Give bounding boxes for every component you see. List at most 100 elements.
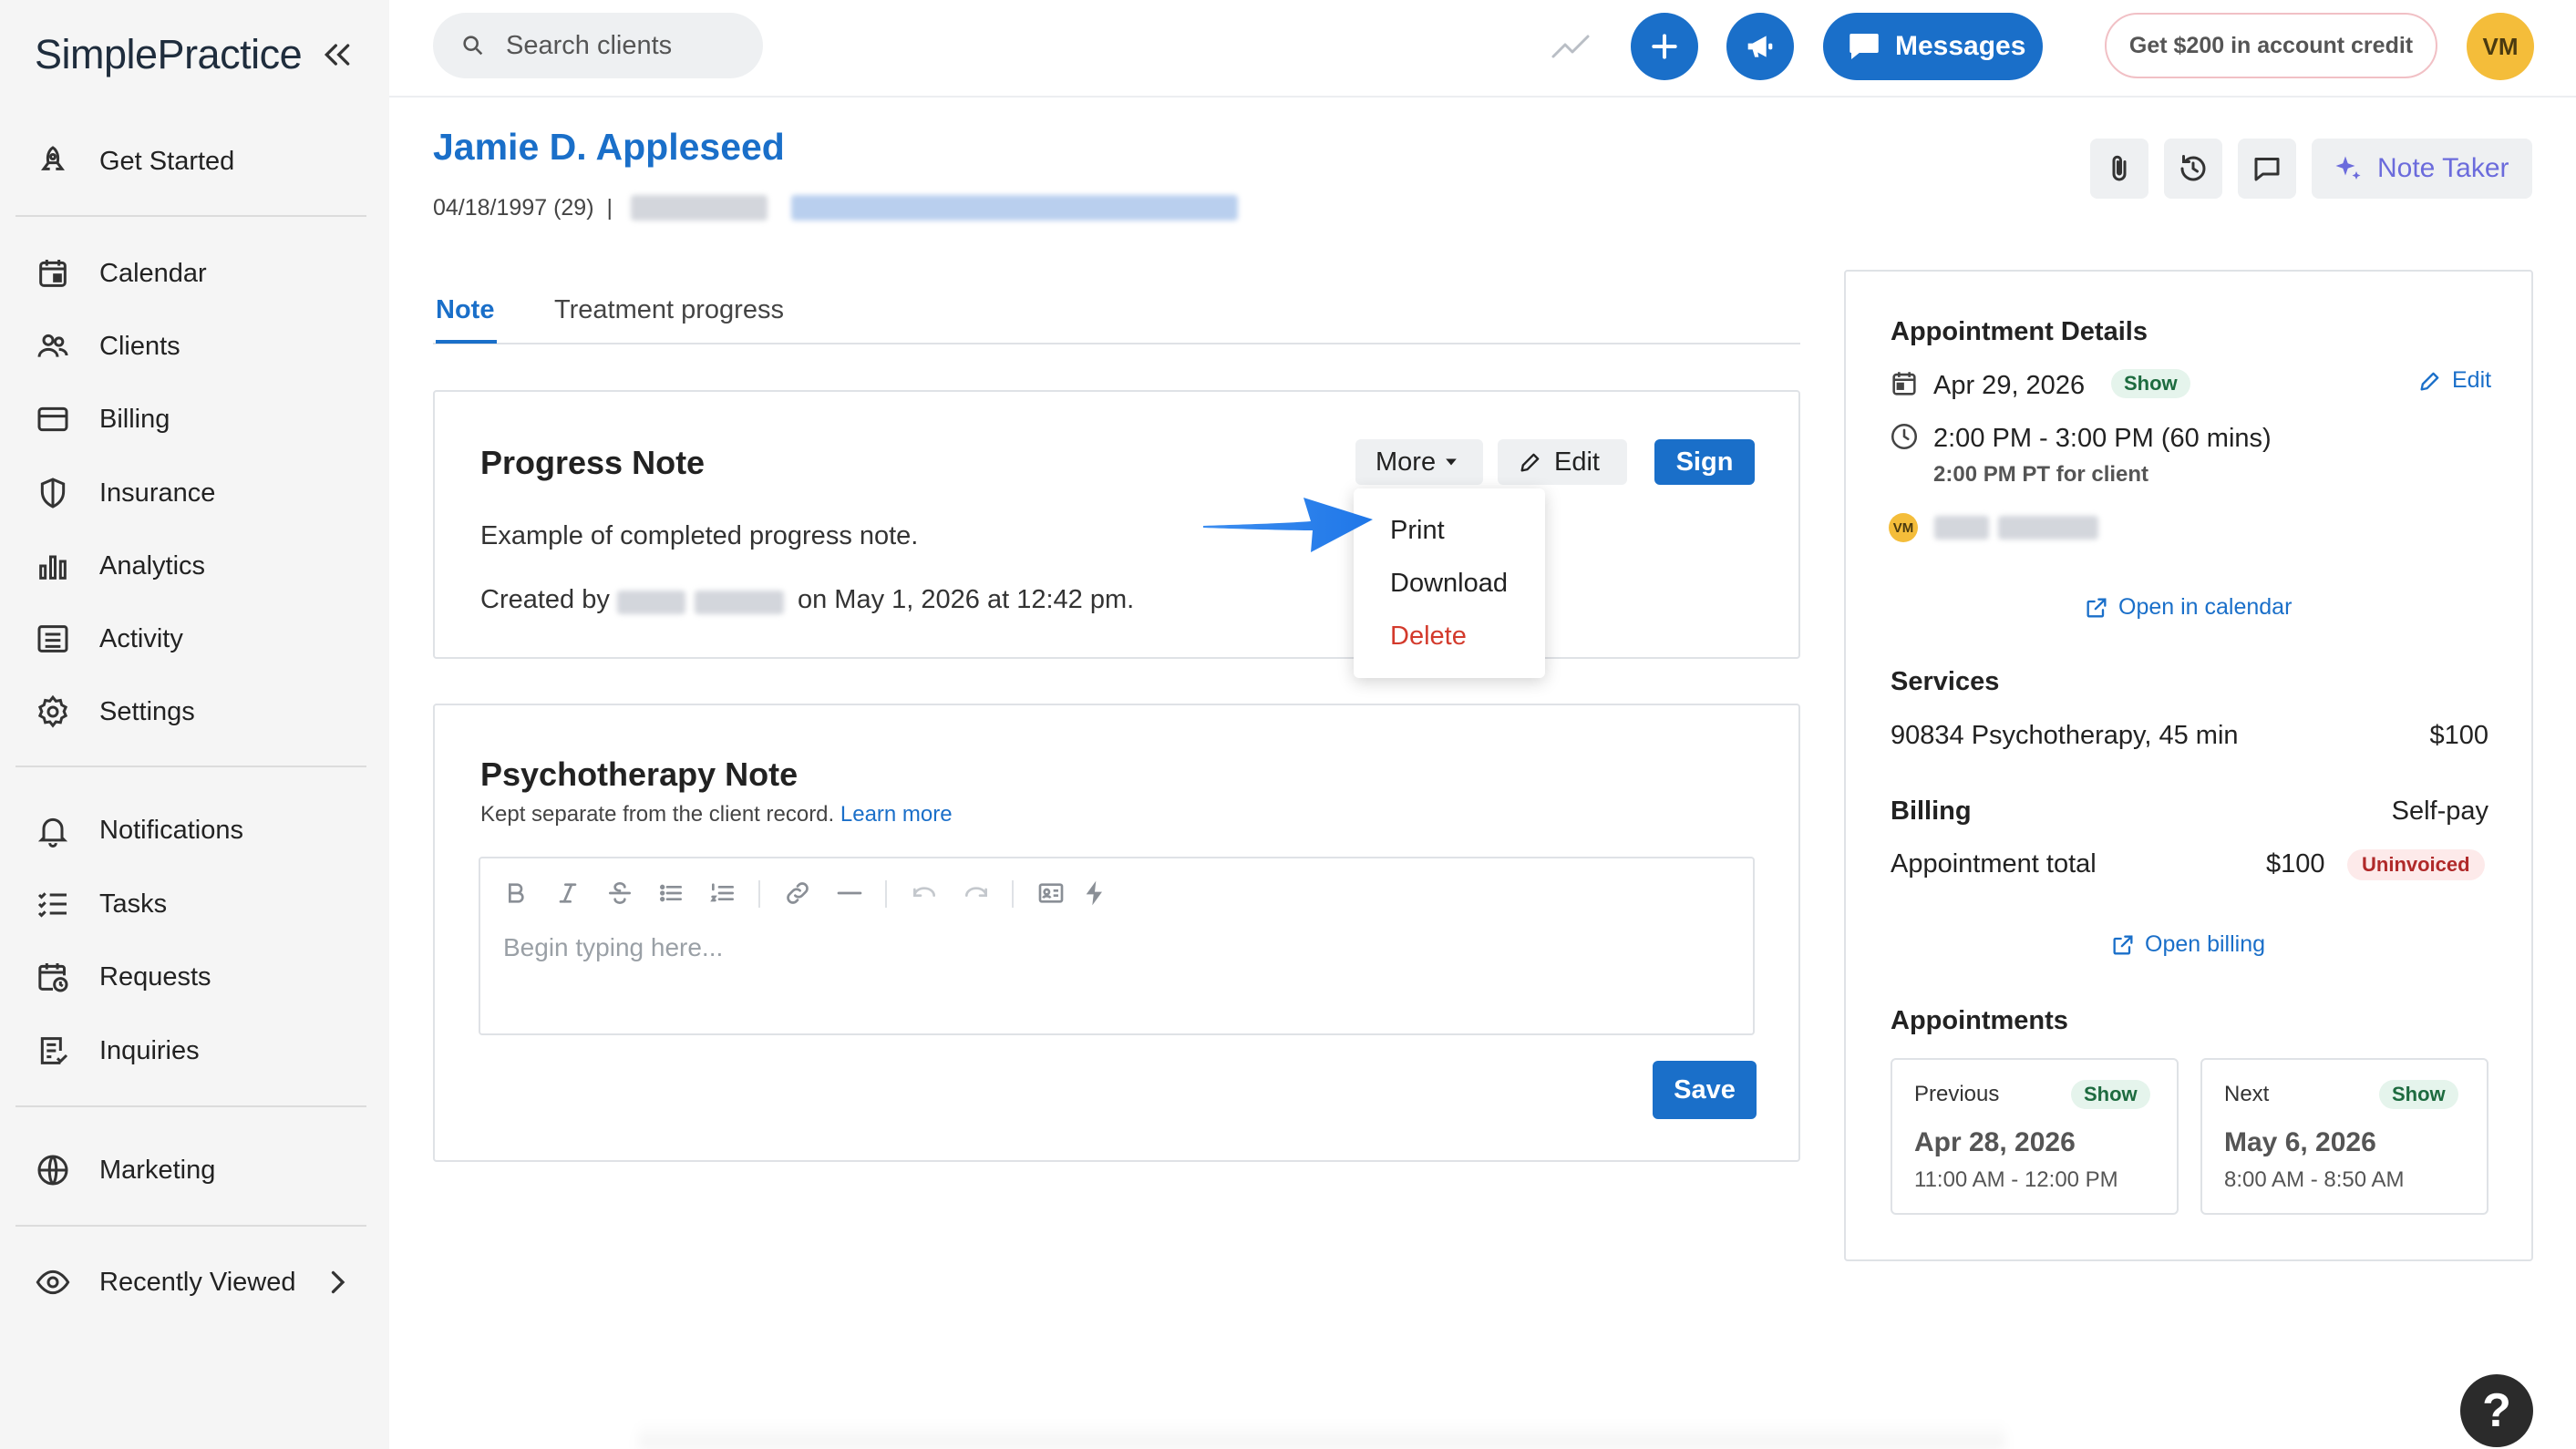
sidebar-item-inquiries[interactable]: Inquiries <box>35 1025 200 1076</box>
app-logo[interactable]: SimplePractice <box>35 31 303 78</box>
save-button[interactable]: Save <box>1653 1061 1757 1119</box>
undo-icon[interactable] <box>910 879 939 908</box>
sidebar-item-analytics[interactable]: Analytics <box>35 540 205 591</box>
attach-button[interactable] <box>2090 139 2148 199</box>
sidebar-item-billing[interactable]: Billing <box>35 394 170 445</box>
rocket-icon <box>35 143 71 180</box>
sidebar-item-notifications[interactable]: Notifications <box>35 805 243 856</box>
tab-treatment-progress[interactable]: Treatment progress <box>554 295 784 325</box>
sidebar-item-requests[interactable]: Requests <box>35 951 211 1002</box>
bullet-list-icon[interactable] <box>656 879 685 908</box>
account-credit-button[interactable]: Get $200 in account credit <box>2105 13 2437 78</box>
bell-icon <box>35 812 71 848</box>
created-by-suffix: on May 1, 2026 at 12:42 pm. <box>797 585 1135 614</box>
link-icon[interactable] <box>783 879 812 908</box>
sidebar-item-calendar[interactable]: Calendar <box>35 248 207 299</box>
bar-chart-icon <box>35 548 71 584</box>
sidebar-item-marketing[interactable]: Marketing <box>35 1145 215 1196</box>
bold-icon[interactable] <box>501 879 531 908</box>
rich-text-editor[interactable]: Begin typing here... <box>479 857 1755 1035</box>
globe-icon <box>35 1152 71 1188</box>
psychotherapy-note-title: Psychotherapy Note <box>480 755 799 793</box>
strikethrough-icon[interactable] <box>605 879 634 908</box>
redacted-info <box>631 195 768 221</box>
more-dropdown-menu: Print Download Delete <box>1354 488 1545 678</box>
messages-button[interactable]: Messages <box>1823 13 2043 80</box>
menu-item-download[interactable]: Download <box>1390 569 1508 599</box>
sign-button[interactable]: Sign <box>1654 439 1755 485</box>
sidebar-divider <box>15 766 366 767</box>
chevron-right-icon[interactable] <box>321 1266 354 1299</box>
add-button[interactable] <box>1631 13 1698 80</box>
note-taker-button[interactable]: Note Taker <box>2312 139 2532 199</box>
edit-appointment-link[interactable]: Edit <box>2417 367 2491 394</box>
uninvoiced-badge: Uninvoiced <box>2347 849 2485 880</box>
next-label: Next <box>2224 1082 2270 1106</box>
tab-note[interactable]: Note <box>436 295 494 325</box>
gear-icon <box>35 694 71 730</box>
previous-time: 11:00 AM - 12:00 PM <box>1914 1167 2118 1192</box>
sidebar-item-clients[interactable]: Clients <box>35 321 180 372</box>
sidebar-item-recently-viewed[interactable]: Recently Viewed <box>35 1257 295 1308</box>
sidebar-item-tasks[interactable]: Tasks <box>35 879 167 930</box>
sidebar-item-get-started[interactable]: Get Started <box>35 136 234 187</box>
sidebar-item-settings[interactable]: Settings <box>35 686 195 737</box>
redo-icon[interactable] <box>962 879 991 908</box>
next-appointment-card[interactable]: Next Show May 6, 2026 8:00 AM - 8:50 AM <box>2200 1058 2488 1215</box>
trend-chart-icon[interactable] <box>1550 27 1592 64</box>
horizontal-rule-icon[interactable] <box>835 879 864 908</box>
psychotherapy-note-subtitle: Kept separate from the client record. Le… <box>480 802 953 827</box>
announcements-button[interactable] <box>1726 13 1794 80</box>
sidebar-item-label: Calendar <box>99 258 207 288</box>
comments-button[interactable] <box>2238 139 2296 199</box>
eye-icon <box>35 1264 71 1300</box>
lightning-icon[interactable] <box>1080 879 1109 908</box>
sidebar-item-label: Get Started <box>99 146 235 176</box>
sidebar-item-insurance[interactable]: Insurance <box>35 468 215 519</box>
user-avatar[interactable]: VM <box>2467 13 2534 80</box>
toolbar-separator <box>885 880 887 908</box>
menu-item-delete[interactable]: Delete <box>1390 622 1467 652</box>
menu-item-print[interactable]: Print <box>1390 516 1445 546</box>
sidebar-divider <box>15 1105 366 1107</box>
sidebar-item-label: Clients <box>99 331 180 361</box>
learn-more-link[interactable]: Learn more <box>840 802 953 827</box>
edit-button[interactable]: Edit <box>1498 439 1627 485</box>
appointment-total: $100 <box>2266 849 2325 879</box>
edit-label: Edit <box>1554 447 1600 477</box>
sidebar-item-label: Requests <box>99 961 211 992</box>
numbered-list-icon[interactable] <box>708 879 737 908</box>
sidebar-item-label: Analytics <box>99 550 206 581</box>
italic-icon[interactable] <box>553 879 582 908</box>
sidebar-item-activity[interactable]: Activity <box>35 613 183 664</box>
appointment-date: Apr 29, 2026 <box>1933 371 2086 400</box>
services-heading: Services <box>1891 667 2000 696</box>
progress-note-title: Progress Note <box>480 444 706 481</box>
search-icon <box>460 33 486 58</box>
credit-card-icon <box>35 401 71 437</box>
search-input[interactable]: Search clients <box>433 13 763 78</box>
client-name[interactable]: Jamie D. Appleseed <box>433 126 785 169</box>
sidebar-item-label: Insurance <box>99 478 216 508</box>
chat-bubble-icon <box>1845 27 1883 66</box>
created-by-text: Created by on May 1, 2026 at 12:42 pm. <box>480 585 1134 615</box>
help-button[interactable]: ? <box>2460 1374 2533 1447</box>
megaphone-icon <box>1742 28 1778 65</box>
toolbar-separator <box>1012 880 1014 908</box>
sidebar-item-label: Tasks <box>99 889 168 919</box>
pencil-icon <box>2417 368 2452 394</box>
previous-appointment-card[interactable]: Previous Show Apr 28, 2026 11:00 AM - 12… <box>1891 1058 2179 1215</box>
redacted-info <box>617 591 685 614</box>
sidebar-item-label: Marketing <box>99 1155 216 1185</box>
separator: | <box>606 195 613 221</box>
list-icon <box>35 621 71 657</box>
history-button[interactable] <box>2164 139 2222 199</box>
more-button[interactable]: More <box>1355 439 1483 485</box>
open-in-calendar-link[interactable]: Open in calendar <box>2084 594 2292 621</box>
open-billing-link[interactable]: Open billing <box>2110 931 2265 958</box>
redacted-info <box>695 591 784 614</box>
insert-field-icon[interactable] <box>1036 879 1066 908</box>
collapse-sidebar-icon[interactable] <box>319 36 355 73</box>
next-time: 8:00 AM - 8:50 AM <box>2224 1167 2405 1192</box>
sidebar-item-label: Inquiries <box>99 1035 200 1065</box>
